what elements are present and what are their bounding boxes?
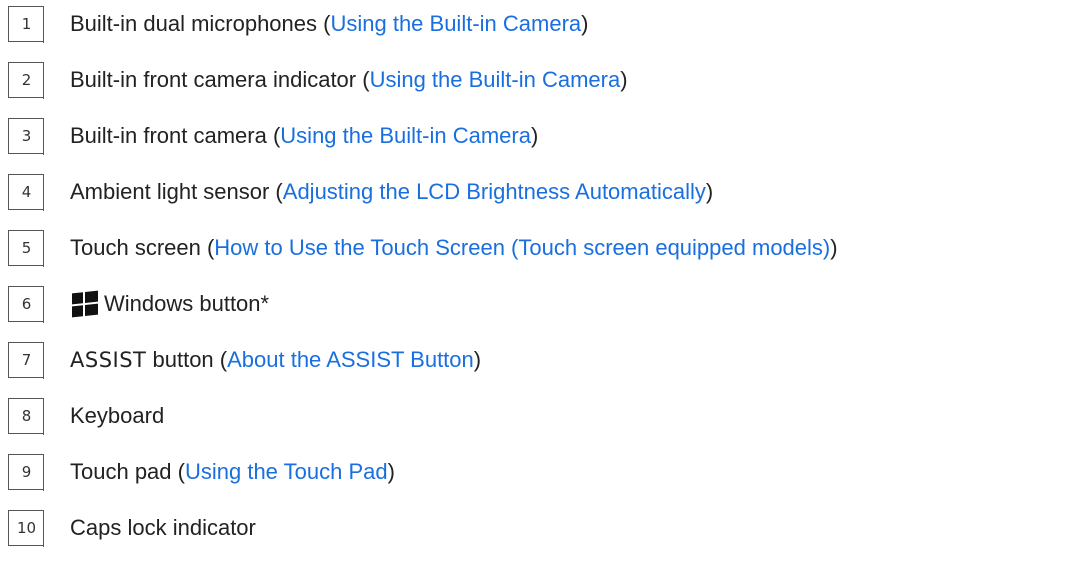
list-item: 10 Caps lock indicator bbox=[8, 510, 256, 547]
item-label: Ambient light sensor (Adjusting the LCD … bbox=[70, 174, 713, 210]
item-label: Keyboard bbox=[70, 398, 164, 434]
list-item: 8 Keyboard bbox=[8, 398, 164, 435]
item-text: Touch screen ( bbox=[70, 235, 215, 260]
list-item: 1 Built-in dual microphones (Using the B… bbox=[8, 6, 588, 43]
item-text-close: ) bbox=[387, 459, 395, 484]
item-text: Caps lock indicator bbox=[70, 515, 256, 540]
item-number: 2 bbox=[8, 62, 44, 99]
item-label: Built-in front camera indicator (Using t… bbox=[70, 62, 628, 98]
item-label: Touch pad (Using the Touch Pad) bbox=[70, 454, 395, 490]
item-number: 9 bbox=[8, 454, 44, 491]
item-number: 5 bbox=[8, 230, 44, 267]
link-using-built-in-camera[interactable]: Using the Built-in Camera bbox=[280, 118, 531, 154]
link-using-built-in-camera[interactable]: Using the Built-in Camera bbox=[330, 6, 581, 42]
item-text: Windows button* bbox=[104, 291, 270, 316]
list-item: 9 Touch pad (Using the Touch Pad) bbox=[8, 454, 395, 491]
item-text-close: ) bbox=[473, 347, 482, 372]
item-text: Ambient light sensor ( bbox=[70, 179, 283, 204]
item-text: Keyboard bbox=[70, 403, 165, 428]
item-text-close: ) bbox=[530, 123, 539, 148]
item-number: 6 bbox=[8, 286, 44, 323]
item-text: Built-in dual microphones ( bbox=[70, 11, 331, 36]
item-text-close: ) bbox=[705, 179, 714, 204]
item-text: Touch pad ( bbox=[70, 459, 185, 484]
item-label: Built-in front camera (Using the Built-i… bbox=[70, 118, 538, 154]
item-text: Built-in front camera indicator ( bbox=[70, 67, 370, 92]
item-label: Windows button* bbox=[70, 286, 269, 322]
list-item: 6 Windows button* bbox=[8, 286, 269, 323]
item-text: Built-in front camera ( bbox=[70, 123, 281, 148]
item-text-close: ) bbox=[581, 11, 589, 36]
list-item: 7 ASSIST button (About the ASSIST Button… bbox=[8, 342, 481, 379]
item-text-close: ) bbox=[830, 235, 838, 260]
item-label: Caps lock indicator bbox=[70, 510, 256, 546]
list-item: 2 Built-in front camera indicator (Using… bbox=[8, 62, 628, 99]
item-number: 10 bbox=[8, 510, 44, 547]
assist-label: ASSIST bbox=[70, 348, 147, 372]
item-number: 3 bbox=[8, 118, 44, 155]
item-text-close: ) bbox=[620, 67, 628, 92]
item-number: 8 bbox=[8, 398, 44, 435]
item-number: 1 bbox=[8, 6, 44, 43]
item-label: ASSIST button (About the ASSIST Button) bbox=[70, 342, 481, 378]
item-number: 4 bbox=[8, 174, 44, 211]
list-item: 3 Built-in front camera (Using the Built… bbox=[8, 118, 538, 155]
link-about-assist-button[interactable]: About the ASSIST Button bbox=[227, 342, 474, 378]
item-text: button ( bbox=[146, 347, 228, 372]
list-item: 5 Touch screen (How to Use the Touch Scr… bbox=[8, 230, 838, 267]
item-number: 7 bbox=[8, 342, 44, 379]
link-using-touch-pad[interactable]: Using the Touch Pad bbox=[185, 454, 388, 490]
windows-logo-icon bbox=[72, 290, 98, 318]
link-how-to-use-touch-screen[interactable]: How to Use the Touch Screen (Touch scree… bbox=[214, 230, 830, 266]
item-label: Built-in dual microphones (Using the Bui… bbox=[70, 6, 588, 42]
list-item: 4 Ambient light sensor (Adjusting the LC… bbox=[8, 174, 713, 211]
link-using-built-in-camera[interactable]: Using the Built-in Camera bbox=[370, 62, 621, 98]
link-adjusting-lcd-brightness[interactable]: Adjusting the LCD Brightness Automatical… bbox=[283, 174, 706, 210]
item-label: Touch screen (How to Use the Touch Scree… bbox=[70, 230, 838, 266]
